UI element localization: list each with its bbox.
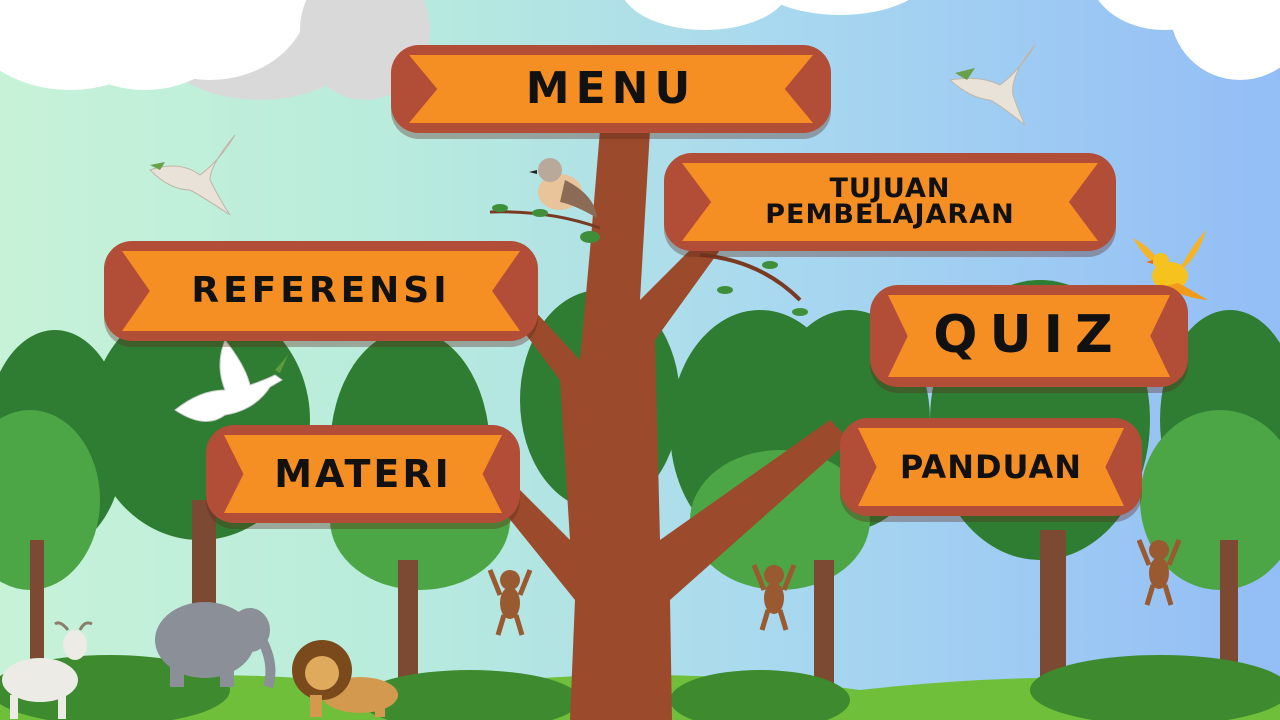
lion-icon [292,640,398,717]
goat-icon [2,621,93,719]
quiz-button[interactable]: QUIZ [870,285,1188,387]
tujuan-pembelajaran-label: TUJUAN PEMBELAJARAN [765,173,1015,230]
monkey-icon [488,569,533,636]
referensi-button[interactable]: REFERENSI [104,241,538,341]
panduan-button[interactable]: PANDUAN [840,418,1142,516]
materi-button[interactable]: MATERI [206,425,520,523]
materi-label: MATERI [274,451,452,496]
panduan-label: PANDUAN [899,447,1083,486]
tujuan-pembelajaran-button[interactable]: TUJUAN PEMBELAJARAN [664,153,1116,251]
menu-title: MENU [391,45,831,133]
monkey-icon [752,564,797,631]
menu-title-label: MENU [525,63,697,115]
dove-icon [948,44,1036,126]
dove-icon [149,134,236,216]
forest-scene: MENU TUJUAN PEMBELAJARAN REFERENSI QUIZ … [0,0,1280,720]
dove-icon [174,339,288,422]
quiz-label: QUIZ [933,305,1125,366]
monkey-icon [1137,539,1182,606]
referensi-label: REFERENSI [191,269,451,311]
elephant-icon [155,602,276,689]
sparrow-icon [529,158,597,218]
